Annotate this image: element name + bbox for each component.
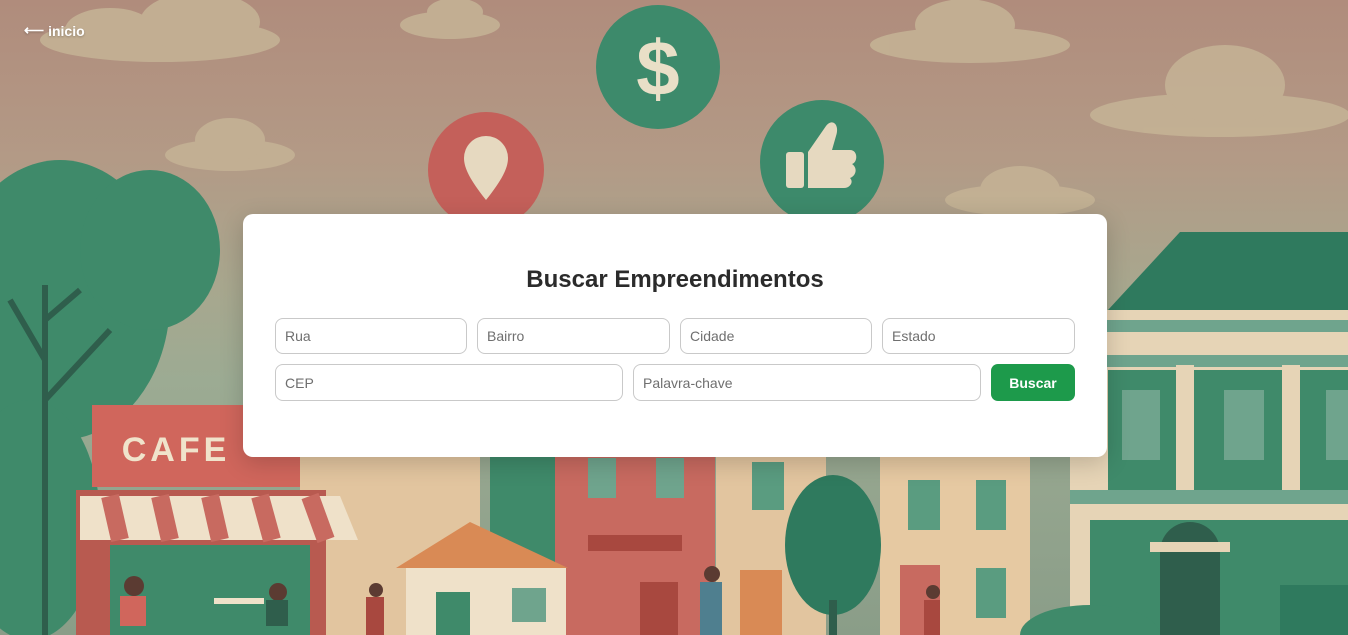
thumbs-up-icon: [760, 100, 884, 224]
estado-input[interactable]: [882, 318, 1075, 354]
bairro-input[interactable]: [477, 318, 670, 354]
search-card: Buscar Empreendimentos Buscar: [243, 214, 1107, 457]
back-to-home-link[interactable]: ⟵ inicio: [24, 22, 85, 39]
back-link-label: inicio: [48, 22, 85, 39]
cep-input[interactable]: [275, 364, 623, 401]
arrow-left-icon: ⟵: [24, 22, 45, 38]
dollar-icon: $: [596, 5, 720, 129]
map-pin-icon: [428, 112, 544, 228]
keyword-input[interactable]: [633, 364, 981, 401]
cidade-input[interactable]: [680, 318, 872, 354]
rua-input[interactable]: [275, 318, 467, 354]
svg-text:$: $: [636, 24, 679, 112]
svg-text:CAFE: CAFE: [122, 431, 231, 469]
search-button[interactable]: Buscar: [991, 364, 1075, 401]
page-title: Buscar Empreendimentos: [526, 266, 824, 293]
